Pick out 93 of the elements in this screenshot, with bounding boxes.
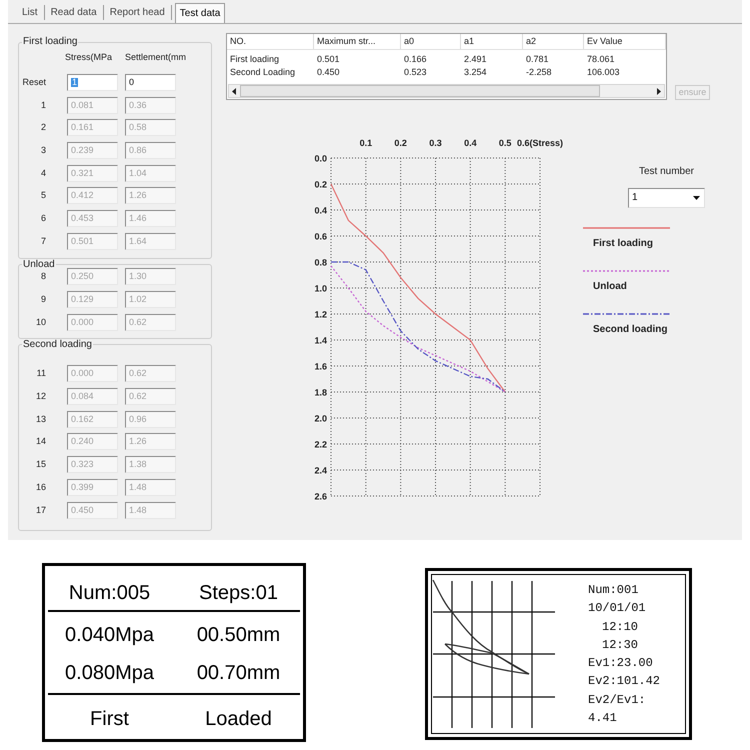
printout-text: 12:30 [601,636,640,654]
table-cell-text: First loading [229,55,280,64]
row-label: 5 [40,191,46,200]
lcd-text: 00.50mm [196,623,282,647]
y-tick-label: 0.0 [314,154,327,164]
dropdown-arrow-icon[interactable] [693,196,700,200]
row-label: 17 [34,506,46,515]
y-tick-label: 2.2 [314,440,327,450]
y-tick-label: 1.2 [314,310,327,320]
column-header[interactable]: Ev Value [584,34,666,49]
printout-text: 12:10 [601,618,640,636]
x-tick-label: 0.4 [464,138,477,148]
table-cell-text: -2.258 [525,68,552,77]
x-tick-label: 0.1 [360,138,372,148]
row-label: 10 [34,318,46,327]
column-header[interactable]: a0 [401,34,461,49]
legend-label: Second loading [593,324,668,336]
printout-text: 4.41 [588,710,618,728]
y-tick-label: 0.4 [314,206,327,216]
tab[interactable]: List [16,5,45,20]
column-header[interactable]: a2 [523,34,584,49]
column-header[interactable]: NO. [227,34,314,49]
y-tick-label: 1.8 [314,388,327,398]
table-cell-text: 78.061 [586,55,615,64]
row-label: 6 [40,214,46,223]
y-tick-label: 0.2 [314,180,327,190]
lcd-text: 00.70mm [196,661,282,685]
horizontal-scrollbar[interactable] [228,84,665,98]
printout-text: Ev1:23.00 [588,655,654,672]
table-cell-text: 0.501 [316,55,340,64]
column-header[interactable]: Maximum str... [314,34,401,49]
printout-text: 10/01/01 [588,600,647,618]
row-label: 14 [34,437,46,446]
table-cell-text: 0.781 [525,55,549,64]
lcd-text: Num:005 [68,581,152,605]
y-tick-label: 0.8 [314,258,327,268]
row-label: 4 [40,168,46,178]
row-label: 11 [36,369,46,378]
legend-label: First loading [593,238,654,250]
row-label: 3 [40,146,46,155]
settlement-field[interactable]: 0 [125,74,176,91]
tab[interactable]: Report head [104,5,172,20]
row-label: 12 [34,392,46,402]
row-label: 13 [34,414,46,424]
x-tick-label: 0.2 [394,138,407,148]
y-tick-label: 0.6 [314,232,327,242]
y-tick-label: 2.0 [314,414,327,424]
lcd-text: First [89,707,130,731]
table-cell-text: 0.523 [403,68,427,77]
table-cell-text: 3.254 [463,68,487,77]
y-tick-label: 1.0 [314,284,327,294]
x-tick-label: 0.6(Stress) [516,138,564,148]
row-label: 15 [34,460,46,470]
row-label: 9 [40,295,46,304]
group-title: Unload [22,258,56,270]
printout-text: Ev2/Ev1: [588,692,647,709]
row-label: 16 [34,482,46,492]
right-arrow-icon[interactable] [657,88,661,94]
row-label: 2 [40,123,46,132]
y-tick-label: 1.4 [314,336,327,346]
table-cell-text: 2.491 [463,55,487,64]
lcd-text: Loaded [204,707,273,731]
column-header: Settlement(mm [125,52,188,62]
x-tick-label: 0.5 [498,138,512,148]
lcd-text: 0.080Mpa [64,661,155,685]
row-label: Reset [22,78,46,87]
row-label: 7 [40,236,46,246]
tab[interactable]: Read data [44,5,104,20]
tab[interactable]: Test data [174,3,226,23]
printout-text: Ev2:101.42 [588,673,660,690]
test-number-select[interactable]: 1 [628,188,705,208]
table-cell-text: Second Loading [229,68,296,77]
y-tick-label: 2.4 [314,466,327,476]
y-tick-label: 2.6 [314,492,327,502]
group-title: First loading [22,36,78,48]
field-label: Test number [638,166,694,178]
row-label: 8 [40,272,46,282]
lcd-text: 0.040Mpa [64,623,155,647]
printout-text: Num:001 [588,582,640,599]
table-cell-text: 106.003 [586,68,620,77]
x-tick-label: 0.3 [429,138,442,148]
column-header: Stress(MPa [65,52,114,62]
left-arrow-icon[interactable] [232,88,236,94]
group-title: Second loading [22,338,93,351]
scroll-thumb[interactable] [240,85,600,97]
row-label: 1 [40,100,46,110]
table-cell-text: 0.450 [316,68,340,77]
legend-label: Unload [593,281,628,293]
column-header[interactable]: a1 [461,34,523,49]
stress-field[interactable]: 1 [67,74,118,91]
lcd-text: Steps:01 [198,581,279,605]
y-tick-label: 1.6 [314,362,327,372]
table-cell-text: 0.166 [403,55,427,64]
